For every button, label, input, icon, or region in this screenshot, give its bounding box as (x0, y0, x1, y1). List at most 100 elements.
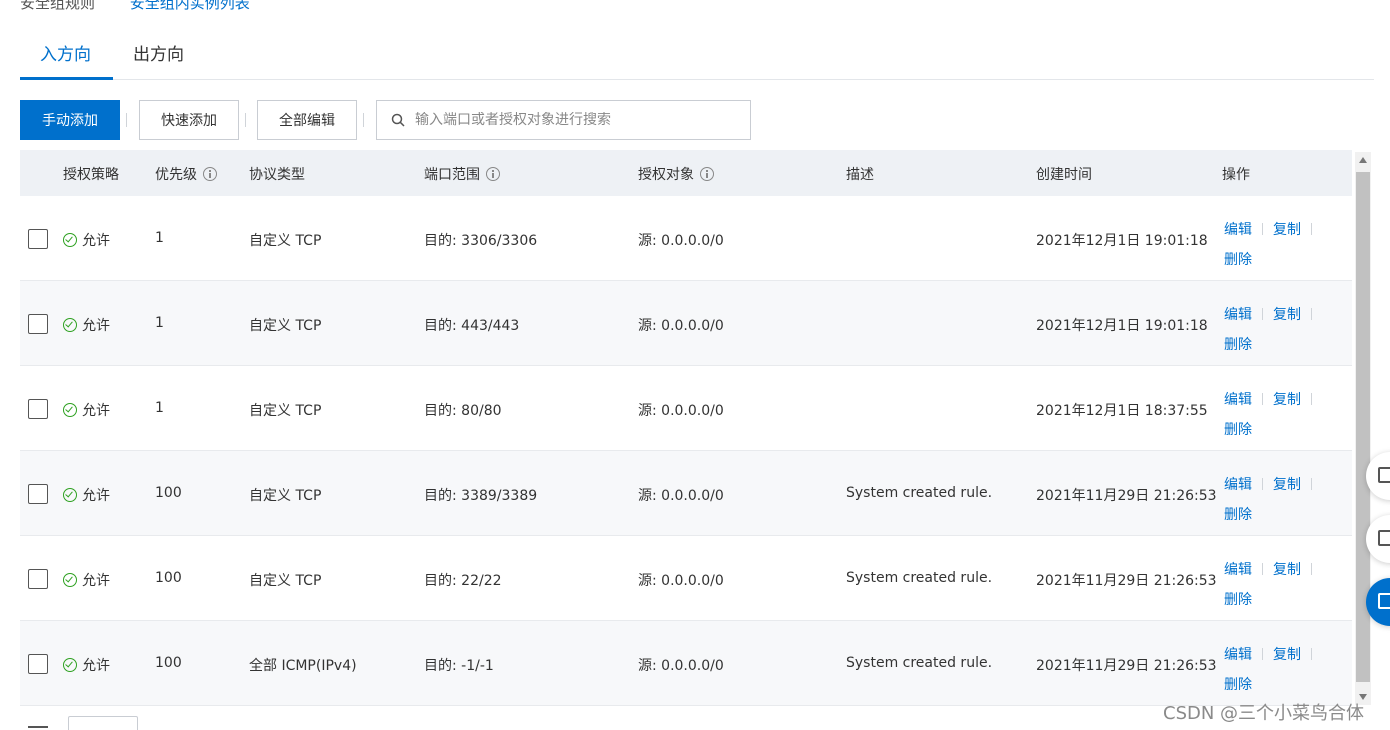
port-range-cell: 目的: 443/443 (424, 318, 520, 334)
column-header-source: 授权对象 (638, 164, 714, 184)
edit-link[interactable]: 编辑 (1224, 307, 1252, 323)
edit-link[interactable]: 编辑 (1224, 562, 1252, 578)
column-header-description: 描述 (846, 167, 874, 183)
policy-value: 允许 (82, 403, 110, 419)
toolbar-divider (363, 113, 364, 127)
action-divider (1262, 563, 1263, 575)
policy-cell: 允许 (63, 400, 110, 420)
delete-link[interactable]: 删除 (1224, 252, 1252, 268)
column-header-policy: 授权策略 (63, 167, 119, 183)
edit-link[interactable]: 编辑 (1224, 647, 1252, 663)
policy-value: 允许 (82, 488, 110, 504)
action-divider (1311, 478, 1312, 490)
table-row: 允许 100 自定义 TCP 目的: 22/22 源: 0.0.0.0/0 Sy… (20, 536, 1352, 621)
description-cell: System created rule. (846, 570, 993, 586)
delete-link[interactable]: 删除 (1224, 592, 1252, 608)
source-cell: 源: 0.0.0.0/0 (638, 658, 724, 674)
priority-cell: 100 (155, 655, 182, 671)
tab-outbound[interactable]: 出方向 (133, 40, 184, 65)
row-checkbox[interactable] (28, 569, 48, 589)
grid-icon (1378, 593, 1390, 609)
row-checkbox[interactable] (28, 314, 48, 334)
copy-link[interactable]: 复制 (1273, 477, 1301, 493)
row-checkbox[interactable] (28, 654, 48, 674)
actions-cell: 编辑 复制 删除 (1224, 300, 1334, 360)
table-row: 允许 1 自定义 TCP 目的: 443/443 源: 0.0.0.0/0 20… (20, 281, 1352, 366)
column-header-port-range: 端口范围 (424, 164, 500, 184)
select-all-checkbox[interactable] (28, 726, 48, 728)
info-icon[interactable] (486, 167, 500, 181)
delete-link[interactable]: 删除 (1224, 507, 1252, 523)
scroll-up-icon[interactable] (1359, 157, 1367, 163)
row-checkbox[interactable] (28, 399, 48, 419)
delete-link[interactable]: 删除 (1224, 422, 1252, 438)
actions-cell: 编辑 复制 删除 (1224, 470, 1334, 530)
port-range-cell: 目的: 80/80 (424, 403, 502, 419)
created-time-cell: 2021年11月29日 21:26:53 (1036, 658, 1217, 674)
check-circle-icon (63, 403, 77, 417)
action-divider (1262, 648, 1263, 660)
toolbar-divider (245, 113, 246, 127)
priority-cell: 1 (155, 400, 164, 416)
row-checkbox[interactable] (28, 229, 48, 249)
table-row: 允许 100 全部 ICMP(IPv4) 目的: -1/-1 源: 0.0.0.… (20, 621, 1352, 706)
edit-all-button[interactable]: 全部编辑 (257, 100, 357, 140)
column-header-created: 创建时间 (1036, 167, 1092, 183)
edit-icon (1378, 467, 1390, 483)
policy-cell: 允许 (63, 485, 110, 505)
action-divider (1311, 648, 1312, 660)
watermark: CSDN @三个小菜鸟合体 (1163, 703, 1365, 724)
table-row: 允许 100 自定义 TCP 目的: 3389/3389 源: 0.0.0.0/… (20, 451, 1352, 536)
copy-link[interactable]: 复制 (1273, 562, 1301, 578)
table-row: 允许 1 自定义 TCP 目的: 80/80 源: 0.0.0.0/0 2021… (20, 366, 1352, 451)
tab-inbound[interactable]: 入方向 (40, 40, 91, 65)
quick-add-button[interactable]: 快速添加 (139, 100, 239, 140)
batch-action-button[interactable] (68, 716, 138, 730)
source-cell: 源: 0.0.0.0/0 (638, 403, 724, 419)
search-icon (391, 113, 405, 127)
copy-link[interactable]: 复制 (1273, 392, 1301, 408)
source-cell: 源: 0.0.0.0/0 (638, 488, 724, 504)
breadcrumb-left: 安全组规则 (20, 0, 96, 12)
manual-add-button[interactable]: 手动添加 (20, 100, 120, 140)
source-cell: 源: 0.0.0.0/0 (638, 573, 724, 589)
copy-link[interactable]: 复制 (1273, 647, 1301, 663)
edit-link[interactable]: 编辑 (1224, 477, 1252, 493)
created-time-cell: 2021年11月29日 21:26:53 (1036, 573, 1217, 589)
actions-cell: 编辑 复制 删除 (1224, 555, 1334, 615)
policy-value: 允许 (82, 318, 110, 334)
actions-cell: 编辑 复制 删除 (1224, 640, 1334, 700)
edit-link[interactable]: 编辑 (1224, 222, 1252, 238)
direction-tabs: 入方向 出方向 (20, 28, 1374, 80)
edit-link[interactable]: 编辑 (1224, 392, 1252, 408)
check-circle-icon (63, 658, 77, 672)
policy-value: 允许 (82, 233, 110, 249)
protocol-cell: 自定义 TCP (249, 403, 322, 419)
column-header-actions: 操作 (1222, 167, 1250, 183)
priority-cell: 1 (155, 230, 164, 246)
row-checkbox[interactable] (28, 484, 48, 504)
delete-link[interactable]: 删除 (1224, 337, 1252, 353)
info-icon[interactable] (700, 167, 714, 181)
column-header-protocol: 协议类型 (249, 167, 305, 183)
policy-value: 允许 (82, 573, 110, 589)
actions-cell: 编辑 复制 删除 (1224, 215, 1334, 275)
info-icon[interactable] (203, 167, 217, 181)
check-circle-icon (63, 488, 77, 502)
search-input[interactable] (415, 112, 735, 128)
table-row: 允许 1 自定义 TCP 目的: 3306/3306 源: 0.0.0.0/0 … (20, 196, 1352, 281)
action-divider (1311, 223, 1312, 235)
copy-link[interactable]: 复制 (1273, 307, 1301, 323)
vertical-scrollbar[interactable] (1355, 152, 1371, 705)
port-range-cell: 目的: 3389/3389 (424, 488, 538, 504)
delete-link[interactable]: 删除 (1224, 677, 1252, 693)
protocol-cell: 自定义 TCP (249, 233, 322, 249)
copy-link[interactable]: 复制 (1273, 222, 1301, 238)
action-divider (1311, 563, 1312, 575)
search-box[interactable] (376, 100, 751, 140)
table-header: 授权策略 优先级 协议类型 端口范围 授权对象 描述 创建时间 操作 (20, 150, 1352, 196)
breadcrumb-right[interactable]: 安全组内实例列表 (130, 0, 250, 12)
action-divider (1262, 478, 1263, 490)
actions-cell: 编辑 复制 删除 (1224, 385, 1334, 445)
priority-cell: 100 (155, 570, 182, 586)
